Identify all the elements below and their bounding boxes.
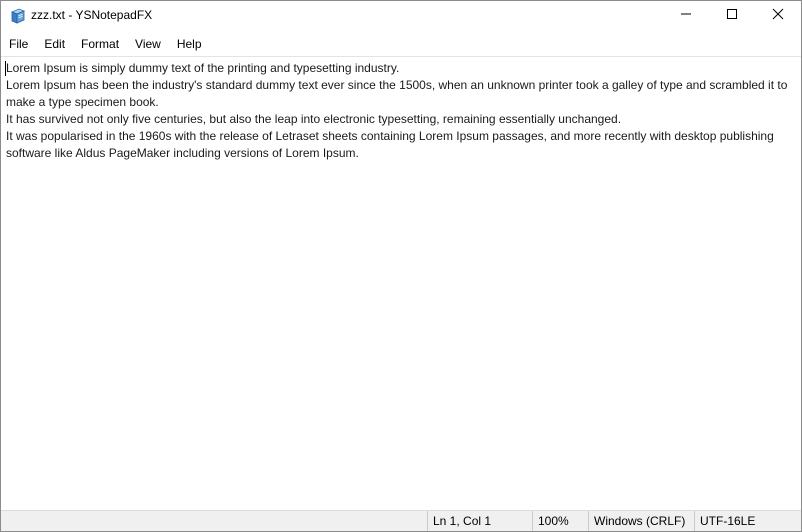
- notepad-icon: [10, 8, 26, 24]
- minimize-button[interactable]: [663, 1, 709, 31]
- minimize-icon: [680, 7, 692, 25]
- close-button[interactable]: [755, 1, 801, 31]
- close-icon: [772, 7, 784, 25]
- window-title: zzz.txt - YSNotepadFX: [31, 8, 153, 22]
- maximize-button[interactable]: [709, 1, 755, 31]
- menu-help[interactable]: Help: [169, 33, 210, 55]
- menu-view[interactable]: View: [127, 33, 169, 55]
- zoom-level: 100%: [532, 511, 588, 531]
- title-bar[interactable]: zzz.txt - YSNotepadFX: [1, 1, 801, 31]
- notepad-window: zzz.txt - YSNotepadFX File Edit Format V…: [0, 0, 802, 532]
- menu-bar: File Edit Format View Help: [1, 33, 801, 55]
- maximize-icon: [726, 7, 738, 25]
- menu-format[interactable]: Format: [73, 33, 127, 55]
- status-bar: Ln 1, Col 1 100% Windows (CRLF) UTF-16LE: [1, 510, 801, 531]
- text-caret: [5, 61, 6, 76]
- cursor-position: Ln 1, Col 1: [427, 511, 532, 531]
- menu-file[interactable]: File: [1, 33, 36, 55]
- editor-content[interactable]: Lorem Ipsum is simply dummy text of the …: [6, 60, 791, 162]
- text-editor[interactable]: Lorem Ipsum is simply dummy text of the …: [1, 57, 801, 510]
- menu-edit[interactable]: Edit: [36, 33, 73, 55]
- encoding: UTF-16LE: [694, 511, 801, 531]
- line-ending: Windows (CRLF): [588, 511, 694, 531]
